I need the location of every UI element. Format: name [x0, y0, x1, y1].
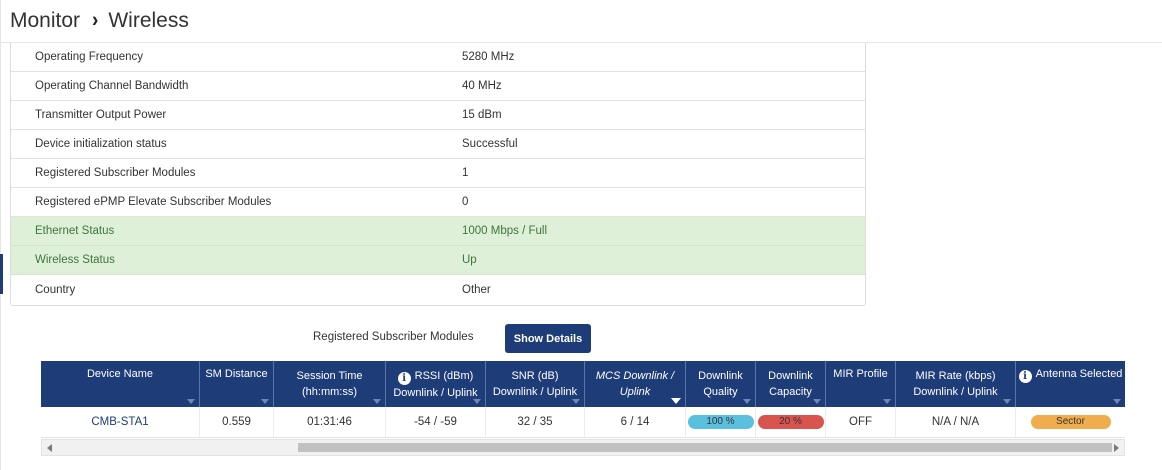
- chevron-right-icon: ›: [92, 8, 99, 32]
- cell-downlink-capacity: 20 %: [756, 407, 826, 437]
- sort-caret-icon: [572, 399, 580, 404]
- info-icon[interactable]: i: [1018, 370, 1032, 383]
- grid-header-row: Device Name SM Distance Session Time (hh…: [41, 361, 1125, 407]
- show-details-button[interactable]: Show Details: [505, 324, 591, 353]
- status-label: Operating Frequency: [35, 51, 144, 63]
- cell-mir-profile: OFF: [826, 407, 896, 437]
- column-header-rssi[interactable]: i RSSI (dBm) Downlink / Uplink: [386, 361, 486, 407]
- column-header-sm-distance[interactable]: SM Distance: [200, 361, 274, 407]
- sort-caret-icon: [743, 399, 751, 404]
- left-edge: [0, 0, 1, 470]
- status-row-init-status: Device initialization status Successful: [11, 130, 865, 159]
- wireless-status-panel: Operating Frequency 5280 MHz Operating C…: [10, 43, 866, 306]
- capacity-badge: 20 %: [757, 415, 824, 429]
- cell-antenna-selected: Sector: [1016, 407, 1125, 437]
- scrollbar-thumb[interactable]: [298, 443, 1112, 452]
- status-row-registered-sms: Registered Subscriber Modules 1: [11, 159, 865, 188]
- column-header-label: SNR (dB) Downlink / Uplink: [492, 370, 578, 398]
- cell-rssi: -54 / -59: [386, 407, 486, 437]
- cell-mir-rate: N/A / N/A: [896, 407, 1016, 437]
- cell-sm-distance: 0.559: [200, 407, 274, 437]
- breadcrumb-root[interactable]: Monitor: [10, 9, 80, 33]
- info-icon[interactable]: i: [397, 371, 411, 385]
- status-value: 5280 MHz: [462, 51, 515, 63]
- column-header-label: Downlink Quality: [698, 370, 743, 398]
- column-header-text-wrap: i RSSI (dBm) Downlink / Uplink: [389, 368, 482, 401]
- status-row-wireless: Wireless Status Up: [11, 246, 865, 275]
- column-header-label: MCS Downlink / Uplink: [595, 370, 675, 398]
- cell-session-time: 01:31:46: [274, 407, 386, 437]
- antenna-badge: Sector: [1030, 415, 1111, 429]
- column-header-mcs[interactable]: MCS Downlink / Uplink: [585, 361, 686, 407]
- sm-grid: Device Name SM Distance Session Time (hh…: [41, 361, 1125, 438]
- column-header-mir-profile[interactable]: MIR Profile: [826, 361, 896, 407]
- status-label: Wireless Status: [35, 254, 115, 266]
- sort-descending-icon: [671, 398, 681, 404]
- status-label: Device initialization status: [35, 138, 167, 150]
- cell-downlink-quality: 100 %: [686, 407, 756, 437]
- horizontal-scrollbar[interactable]: [41, 439, 1125, 456]
- scroll-right-icon[interactable]: [1114, 444, 1119, 452]
- column-header-label: Antenna Selected: [1035, 368, 1123, 380]
- column-header-downlink-quality[interactable]: Downlink Quality: [686, 361, 756, 407]
- status-row-operating-frequency: Operating Frequency 5280 MHz: [11, 43, 865, 72]
- status-value: Successful: [462, 138, 518, 150]
- column-header-downlink-capacity[interactable]: Downlink Capacity: [756, 361, 826, 407]
- column-header-session-time[interactable]: Session Time (hh:mm:ss): [274, 361, 386, 407]
- status-label: Registered ePMP Elevate Subscriber Modul…: [35, 196, 272, 208]
- cell-mcs: 6 / 14: [585, 407, 686, 437]
- sm-section-caption: Registered Subscriber Modules: [313, 331, 474, 343]
- sort-caret-icon: [1003, 399, 1011, 404]
- column-header-label: MIR Profile: [833, 368, 888, 380]
- status-label: Country: [35, 283, 76, 296]
- status-label: Transmitter Output Power: [35, 109, 167, 121]
- status-label: Operating Channel Bandwidth: [35, 80, 189, 92]
- column-header-text-wrap: i Antenna Selected: [1018, 366, 1123, 383]
- cell-snr: 32 / 35: [486, 407, 585, 437]
- status-value: 1000 Mbps / Full: [462, 225, 548, 237]
- cell-device-name[interactable]: CMB-STA1: [41, 407, 200, 437]
- status-value: 0: [462, 196, 469, 208]
- breadcrumb-current: Wireless: [108, 9, 189, 32]
- sidebar-active-marker: [0, 254, 3, 294]
- sort-caret-icon: [883, 399, 891, 404]
- status-label: Ethernet Status: [35, 225, 115, 237]
- table-row[interactable]: CMB-STA1 0.559 01:31:46 -54 / -59 32 / 3…: [41, 407, 1125, 438]
- breadcrumb: Monitor › Wireless: [10, 9, 189, 33]
- status-value: 40 MHz: [462, 80, 502, 92]
- status-value: 1: [462, 167, 469, 179]
- column-header-device-name[interactable]: Device Name: [41, 361, 200, 407]
- status-row-country: Country Other: [11, 275, 865, 304]
- column-header-label: MIR Rate (kbps) Downlink / Uplink: [913, 370, 998, 398]
- status-label: Registered Subscriber Modules: [35, 167, 196, 179]
- column-header-label: Device Name: [86, 368, 154, 380]
- sort-caret-icon: [813, 399, 821, 404]
- status-row-channel-bandwidth: Operating Channel Bandwidth 40 MHz: [11, 72, 865, 101]
- page-header: Monitor › Wireless: [0, 0, 1162, 43]
- column-header-antenna-selected[interactable]: i Antenna Selected: [1016, 361, 1125, 407]
- status-row-elevate-sms: Registered ePMP Elevate Subscriber Modul…: [11, 188, 865, 217]
- column-header-mir-rate[interactable]: MIR Rate (kbps) Downlink / Uplink: [896, 361, 1016, 407]
- quality-badge: 100 %: [687, 415, 754, 429]
- status-value: Other: [462, 283, 491, 296]
- sort-caret-icon: [1113, 399, 1121, 404]
- sort-caret-icon: [261, 399, 269, 404]
- status-value: Up: [462, 254, 477, 266]
- sort-caret-icon: [187, 399, 195, 404]
- column-header-label: SM Distance: [205, 368, 268, 380]
- status-row-ethernet: Ethernet Status 1000 Mbps / Full: [11, 217, 865, 246]
- status-value: 15 dBm: [462, 109, 502, 121]
- column-header-label: Session Time (hh:mm:ss): [296, 370, 363, 398]
- status-row-output-power: Transmitter Output Power 15 dBm: [11, 101, 865, 130]
- scroll-left-icon[interactable]: [47, 444, 52, 452]
- column-header-label: Downlink Capacity: [768, 370, 813, 398]
- column-header-snr[interactable]: SNR (dB) Downlink / Uplink: [486, 361, 585, 407]
- sort-caret-icon: [373, 399, 381, 404]
- sort-caret-icon: [473, 399, 481, 404]
